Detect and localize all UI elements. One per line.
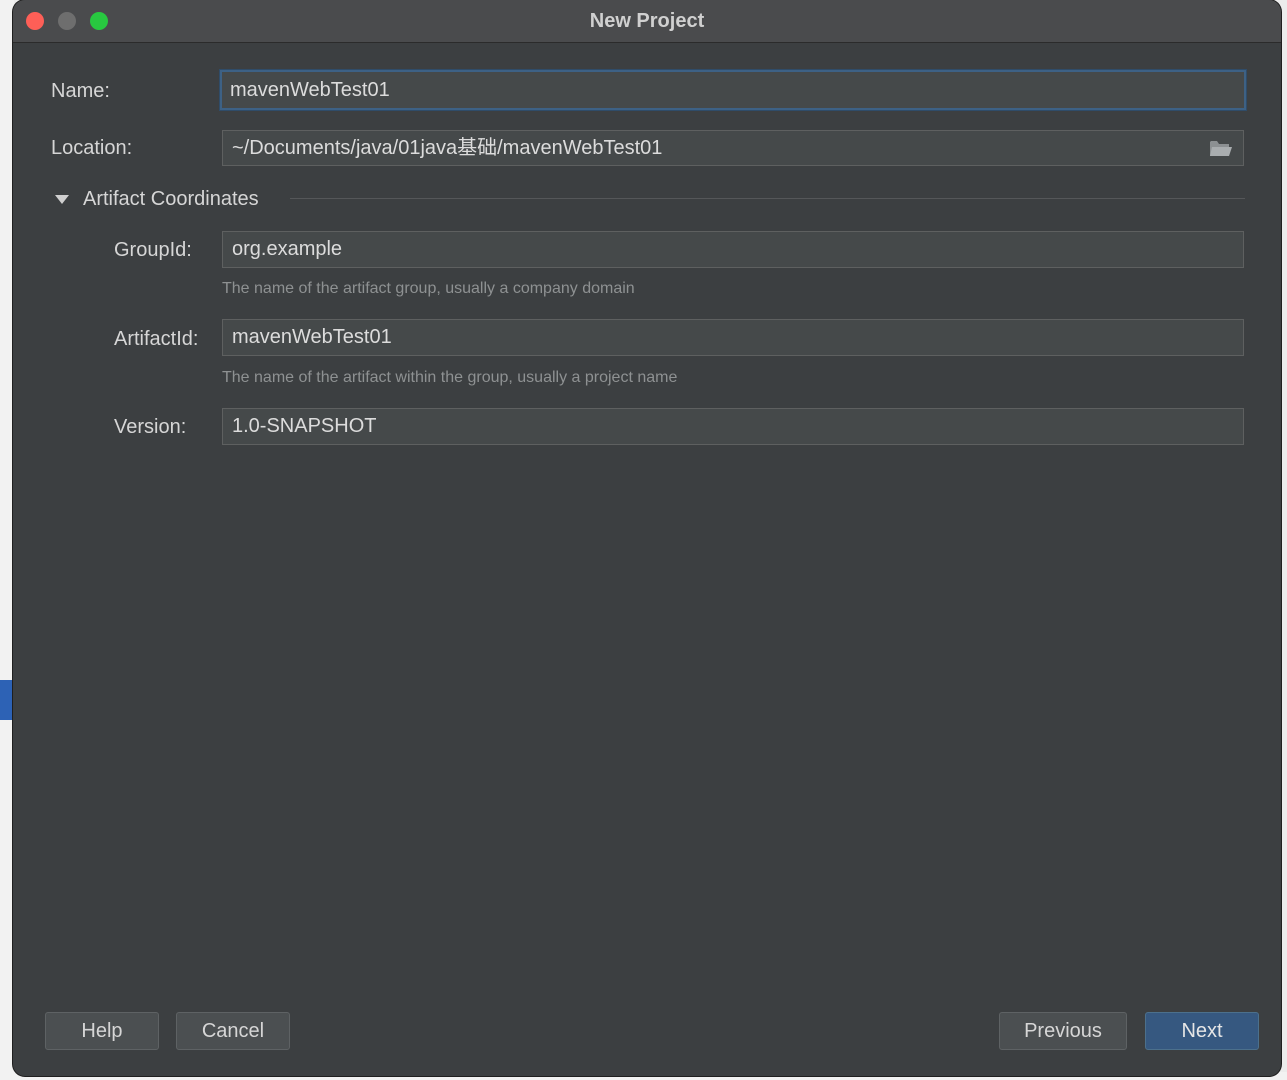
folder-icon[interactable] — [1209, 138, 1233, 158]
artifact-coordinates-toggle[interactable]: Artifact Coordinates — [55, 184, 259, 214]
version-label: Version: — [114, 416, 187, 438]
groupid-input[interactable] — [222, 231, 1244, 268]
version-input[interactable] — [222, 408, 1244, 445]
artifactid-input[interactable] — [222, 319, 1244, 356]
previous-button[interactable]: Previous — [999, 1012, 1127, 1050]
section-divider — [290, 198, 1245, 199]
background-selection — [0, 680, 14, 720]
cancel-button[interactable]: Cancel — [176, 1012, 290, 1050]
artifactid-label: ArtifactId: — [114, 328, 199, 350]
section-title: Artifact Coordinates — [83, 187, 259, 210]
location-value: ~/Documents/java/01java基础/mavenWebTest01 — [232, 137, 663, 159]
next-button[interactable]: Next — [1145, 1012, 1259, 1050]
artifactid-hint: The name of the artifact within the grou… — [222, 369, 678, 386]
window-title: New Project — [589, 10, 705, 32]
groupid-label: GroupId: — [114, 239, 192, 261]
name-label: Name: — [51, 80, 110, 102]
name-input[interactable] — [220, 70, 1246, 110]
background-window — [0, 0, 14, 1080]
location-label: Location: — [51, 137, 133, 159]
groupid-hint: The name of the artifact group, usually … — [222, 280, 635, 297]
triangle-down-icon — [55, 194, 69, 204]
new-project-dialog: New Project Name: Location: ~/Documents/… — [13, 0, 1281, 1076]
title-bar: New Project — [13, 0, 1281, 43]
location-field[interactable]: ~/Documents/java/01java基础/mavenWebTest01 — [222, 130, 1244, 166]
help-button[interactable]: Help — [45, 1012, 159, 1050]
